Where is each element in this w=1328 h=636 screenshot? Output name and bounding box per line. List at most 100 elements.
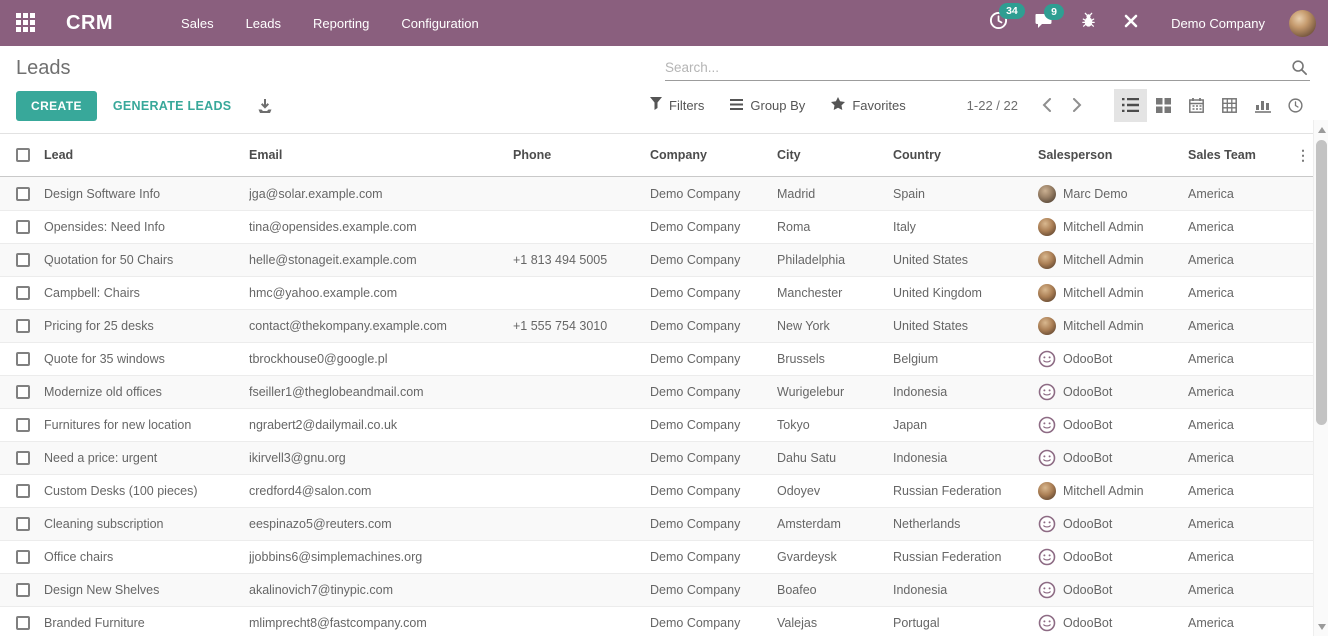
breadcrumb[interactable]: Leads: [16, 57, 71, 80]
row-checkbox[interactable]: [16, 451, 30, 465]
generate-leads-button[interactable]: GENERATE LEADS: [113, 99, 232, 113]
scrollbar-up-arrow[interactable]: [1314, 122, 1328, 137]
company-cell: Demo Company: [650, 352, 777, 366]
menu-sales[interactable]: Sales: [169, 10, 226, 37]
sales-team-cell: America: [1188, 616, 1293, 630]
activities-button[interactable]: 34: [989, 11, 1008, 35]
select-all-checkbox[interactable]: [16, 148, 30, 162]
company-cell: Demo Company: [650, 616, 777, 630]
country-cell: Indonesia: [893, 385, 1038, 399]
search-icon[interactable]: [1291, 59, 1308, 81]
filters-button[interactable]: Filters: [650, 97, 704, 113]
row-checkbox[interactable]: [16, 616, 30, 630]
email-cell: mlimprecht8@fastcompany.com: [249, 616, 513, 630]
optional-columns-icon[interactable]: ⋮: [1293, 147, 1313, 164]
view-graph-button[interactable]: [1246, 89, 1279, 122]
lead-cell: Quotation for 50 Chairs: [44, 253, 249, 267]
view-pivot-button[interactable]: [1213, 89, 1246, 122]
country-cell: Russian Federation: [893, 550, 1038, 564]
salesperson-cell: OdooBot: [1038, 515, 1188, 533]
row-checkbox[interactable]: [16, 550, 30, 564]
table-row[interactable]: Office chairs jjobbins6@simplemachines.o…: [0, 540, 1313, 573]
header-email[interactable]: Email: [249, 148, 513, 162]
menu-leads[interactable]: Leads: [234, 10, 293, 37]
row-checkbox[interactable]: [16, 484, 30, 498]
main-menu: Sales Leads Reporting Configuration: [169, 10, 491, 37]
table-row[interactable]: Furnitures for new location ngrabert2@da…: [0, 408, 1313, 441]
header-lead[interactable]: Lead: [44, 148, 249, 162]
view-switcher: [1114, 89, 1312, 122]
pager-previous-button[interactable]: [1032, 94, 1062, 116]
table-row[interactable]: Modernize old offices fseiller1@theglobe…: [0, 375, 1313, 408]
create-button[interactable]: CREATE: [16, 91, 97, 121]
vertical-scrollbar[interactable]: [1313, 120, 1328, 636]
table-row[interactable]: Design Software Info jga@solar.example.c…: [0, 177, 1313, 210]
table-row[interactable]: Design New Shelves akalinovich7@tinypic.…: [0, 573, 1313, 606]
row-checkbox[interactable]: [16, 286, 30, 300]
email-cell: credford4@salon.com: [249, 484, 513, 498]
header-country[interactable]: Country: [893, 148, 1038, 162]
table-row[interactable]: Need a price: urgent ikirvell3@gnu.org D…: [0, 441, 1313, 474]
email-cell: contact@thekompany.example.com: [249, 319, 513, 333]
email-cell: ngrabert2@dailymail.co.uk: [249, 418, 513, 432]
row-checkbox[interactable]: [16, 319, 30, 333]
table-row[interactable]: Custom Desks (100 pieces) credford4@salo…: [0, 474, 1313, 507]
company-cell: Demo Company: [650, 517, 777, 531]
table-row[interactable]: Opensides: Need Info tina@opensides.exam…: [0, 210, 1313, 243]
company-switcher[interactable]: Demo Company: [1171, 16, 1265, 31]
view-list-button[interactable]: [1114, 89, 1147, 122]
table-row[interactable]: Branded Furniture mlimprecht8@fastcompan…: [0, 606, 1313, 636]
favorites-button[interactable]: Favorites: [831, 97, 905, 113]
row-checkbox[interactable]: [16, 187, 30, 201]
header-phone[interactable]: Phone: [513, 148, 650, 162]
tools-close-button[interactable]: [1123, 13, 1139, 34]
header-city[interactable]: City: [777, 148, 893, 162]
table-row[interactable]: Quote for 35 windows tbrockhouse0@google…: [0, 342, 1313, 375]
apps-menu-icon[interactable]: [16, 13, 36, 33]
search-input[interactable]: [665, 55, 1310, 80]
country-cell: Netherlands: [893, 517, 1038, 531]
salesperson-name: OdooBot: [1063, 517, 1112, 531]
salesperson-avatar: [1038, 581, 1056, 599]
table-row[interactable]: Quotation for 50 Chairs helle@stonageit.…: [0, 243, 1313, 276]
view-activity-button[interactable]: [1279, 89, 1312, 122]
salesperson-avatar: [1038, 317, 1056, 335]
pager-range: 1-22 / 22: [967, 98, 1018, 113]
scrollbar-thumb[interactable]: [1316, 140, 1327, 425]
view-kanban-button[interactable]: [1147, 89, 1180, 122]
header-company[interactable]: Company: [650, 148, 777, 162]
country-cell: Indonesia: [893, 583, 1038, 597]
row-checkbox[interactable]: [16, 385, 30, 399]
company-cell: Demo Company: [650, 418, 777, 432]
menu-reporting[interactable]: Reporting: [301, 10, 381, 37]
country-cell: United States: [893, 253, 1038, 267]
header-sales-team[interactable]: Sales Team: [1188, 148, 1293, 162]
row-checkbox[interactable]: [16, 517, 30, 531]
header-salesperson[interactable]: Salesperson: [1038, 148, 1188, 162]
row-checkbox[interactable]: [16, 352, 30, 366]
row-checkbox[interactable]: [16, 220, 30, 234]
debug-bug-button[interactable]: [1080, 12, 1097, 34]
lead-cell: Cleaning subscription: [44, 517, 249, 531]
lead-cell: Branded Furniture: [44, 616, 249, 630]
row-checkbox[interactable]: [16, 418, 30, 432]
sales-team-cell: America: [1188, 352, 1293, 366]
user-avatar[interactable]: [1289, 10, 1316, 37]
lead-cell: Campbell: Chairs: [44, 286, 249, 300]
email-cell: helle@stonageit.example.com: [249, 253, 513, 267]
messages-button[interactable]: 9: [1034, 12, 1054, 35]
view-calendar-button[interactable]: [1180, 89, 1213, 122]
row-checkbox[interactable]: [16, 253, 30, 267]
export-download-icon[interactable]: [257, 98, 273, 114]
scrollbar-down-arrow[interactable]: [1314, 619, 1328, 634]
menu-configuration[interactable]: Configuration: [389, 10, 490, 37]
lead-cell: Design New Shelves: [44, 583, 249, 597]
table-row[interactable]: Pricing for 25 desks contact@thekompany.…: [0, 309, 1313, 342]
table-row[interactable]: Cleaning subscription eespinazo5@reuters…: [0, 507, 1313, 540]
salesperson-cell: OdooBot: [1038, 614, 1188, 632]
group-by-button[interactable]: Group By: [730, 98, 805, 113]
row-checkbox[interactable]: [16, 583, 30, 597]
pager-next-button[interactable]: [1062, 94, 1092, 116]
table-row[interactable]: Campbell: Chairs hmc@yahoo.example.com D…: [0, 276, 1313, 309]
salesperson-avatar: [1038, 482, 1056, 500]
